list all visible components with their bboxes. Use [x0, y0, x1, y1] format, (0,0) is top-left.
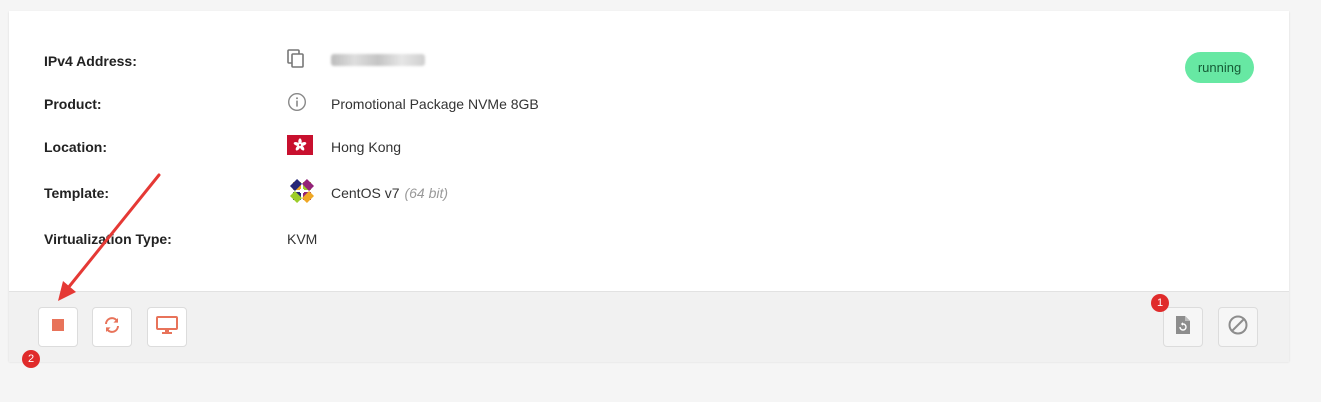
monitor-icon	[156, 315, 178, 340]
copy-icon[interactable]	[287, 48, 305, 74]
virtualization-label: Virtualization Type:	[44, 231, 172, 247]
annotation-badge-2: 2	[22, 350, 40, 368]
file-restore-icon	[1174, 315, 1192, 340]
product-row: Product: Promotional Package NVMe 8GB	[44, 90, 1289, 118]
refresh-icon	[102, 315, 122, 340]
console-button[interactable]	[147, 307, 187, 347]
virtualization-row: Virtualization Type: KVM	[44, 225, 1289, 253]
virtualization-value: KVM	[287, 231, 318, 247]
template-row: Template: CentOS v7 (64 bit)	[44, 178, 1289, 207]
action-toolbar	[9, 291, 1289, 362]
location-label: Location:	[44, 139, 107, 155]
location-row: Location: Hong Kong	[44, 133, 1289, 161]
reinstall-button[interactable]	[1163, 307, 1203, 347]
template-value: CentOS v7 (64 bit)	[331, 185, 448, 201]
stop-icon	[51, 318, 65, 337]
centos-logo-icon	[287, 176, 317, 211]
ipv4-label: IPv4 Address:	[44, 53, 137, 69]
template-name: CentOS v7	[331, 185, 400, 201]
annotation-badge-1: 1	[1151, 294, 1169, 312]
info-icon	[287, 92, 307, 117]
server-details-card: IPv4 Address: Product: Promotional Packa…	[9, 11, 1289, 362]
hong-kong-flag-icon	[287, 134, 313, 160]
block-icon	[1227, 314, 1249, 341]
ipv4-row: IPv4 Address:	[44, 47, 1289, 75]
stop-button[interactable]	[38, 307, 78, 347]
location-value: Hong Kong	[331, 139, 402, 155]
product-value: Promotional Package NVMe 8GB	[331, 96, 539, 112]
disable-button[interactable]	[1218, 307, 1258, 347]
template-arch: (64 bit)	[404, 185, 449, 201]
product-label: Product:	[44, 96, 102, 112]
status-badge: running	[1185, 52, 1254, 83]
restart-button[interactable]	[92, 307, 132, 347]
template-label: Template:	[44, 185, 110, 201]
ipv4-value-redacted	[331, 53, 425, 69]
